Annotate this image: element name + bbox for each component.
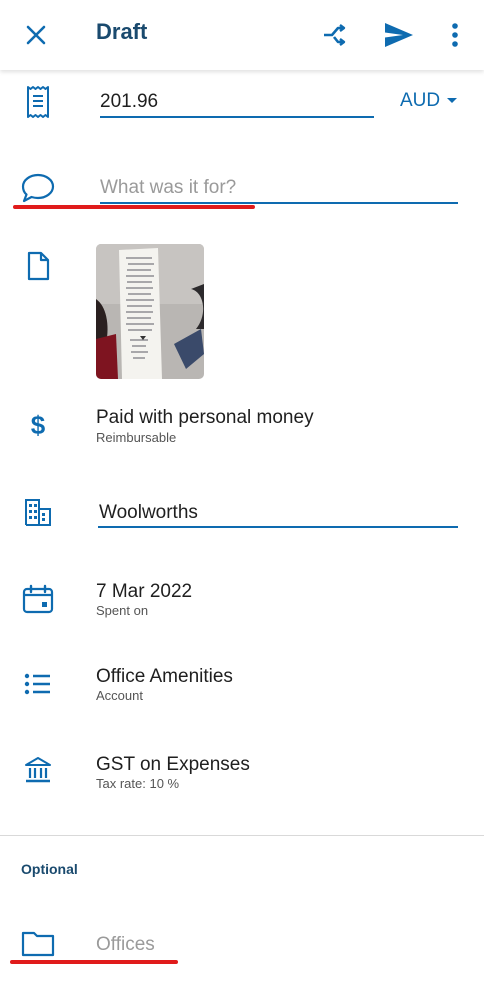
- bank-icon: [18, 750, 58, 790]
- account-sub: Account: [96, 688, 143, 703]
- description-underline: [100, 202, 458, 204]
- receipt-photo: [96, 244, 204, 379]
- payment-method-label: Paid with personal money: [96, 407, 314, 428]
- annotation-underline: [10, 960, 178, 964]
- account-row[interactable]: Office Amenities Account: [0, 660, 484, 720]
- chevron-down-icon: [447, 98, 458, 103]
- tax-sub: Tax rate: 10 %: [96, 776, 180, 791]
- description-row: What was it for?: [0, 165, 484, 215]
- description-input[interactable]: What was it for?: [100, 177, 236, 199]
- account-value: Office Amenities: [96, 666, 233, 687]
- amount-underline: [100, 116, 374, 118]
- attachment-row: [0, 240, 484, 385]
- more-vert-icon: [452, 23, 458, 47]
- payment-method-sub: Reimbursable: [96, 430, 177, 445]
- calendar-icon: [18, 579, 58, 619]
- close-button[interactable]: [16, 15, 56, 55]
- comment-icon: [18, 168, 58, 208]
- list-icon: [18, 664, 58, 704]
- date-sub: Spent on: [96, 603, 149, 618]
- tax-value: GST on Expenses: [96, 754, 250, 775]
- merchant-row: Woolworths: [0, 490, 484, 540]
- section-divider: [0, 835, 484, 836]
- shuffle-icon: [324, 24, 346, 46]
- project-row[interactable]: Offices: [0, 922, 484, 972]
- annotation-underline: [13, 205, 255, 209]
- overflow-menu-button[interactable]: [440, 15, 470, 55]
- date-row[interactable]: 7 Mar 2022 Spent on: [0, 575, 484, 635]
- close-icon: [26, 25, 46, 45]
- merchant-input[interactable]: Woolworths: [99, 502, 198, 524]
- amount-row: 201.96 AUD: [0, 80, 484, 130]
- building-icon: [18, 492, 58, 532]
- send-button[interactable]: [378, 14, 420, 56]
- currency-label: AUD: [400, 90, 441, 111]
- payment-method-row[interactable]: $ Paid with personal money Reimbursable: [0, 395, 484, 455]
- svg-text:$: $: [31, 411, 46, 439]
- project-input: Offices: [96, 934, 155, 955]
- receipt-thumbnail[interactable]: [96, 244, 204, 379]
- app-bar: Draft: [0, 0, 484, 70]
- date-value: 7 Mar 2022: [96, 581, 193, 602]
- dollar-icon: $: [18, 405, 58, 445]
- currency-select[interactable]: AUD: [400, 90, 458, 112]
- split-button[interactable]: [314, 14, 356, 56]
- document-icon: [18, 246, 58, 286]
- receipt-icon: [18, 82, 58, 122]
- page-title: Draft: [96, 19, 148, 44]
- send-icon: [385, 23, 413, 47]
- merchant-underline: [98, 526, 458, 528]
- folder-icon: [18, 923, 58, 963]
- optional-heading: Optional: [21, 861, 78, 877]
- amount-input[interactable]: 201.96: [100, 91, 158, 113]
- tax-rate-row[interactable]: GST on Expenses Tax rate: 10 %: [0, 748, 484, 808]
